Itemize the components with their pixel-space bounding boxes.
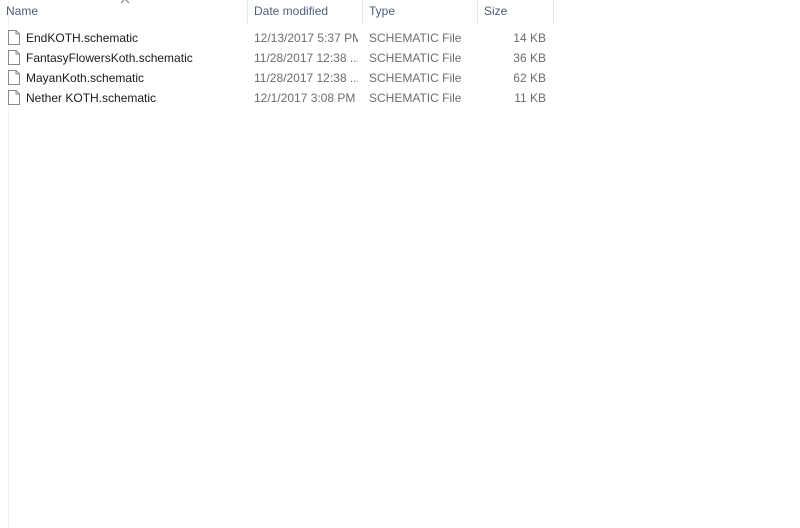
file-size: 11 KB bbox=[514, 91, 546, 105]
file-list: EndKOTH.schematic 12/13/2017 5:37 PM SCH… bbox=[0, 28, 554, 108]
file-date-modified: 12/1/2017 3:08 PM bbox=[254, 91, 356, 105]
column-divider[interactable] bbox=[553, 0, 554, 24]
file-icon bbox=[8, 70, 20, 85]
file-type: SCHEMATIC File bbox=[369, 71, 462, 85]
file-size: 62 KB bbox=[513, 71, 546, 85]
file-row[interactable]: Nether KOTH.schematic 12/1/2017 3:08 PM … bbox=[0, 88, 554, 108]
file-type: SCHEMATIC File bbox=[369, 51, 462, 65]
column-header-name[interactable]: Name bbox=[0, 0, 248, 24]
file-size: 14 KB bbox=[513, 31, 546, 45]
column-header-name-label: Name bbox=[6, 4, 39, 18]
chevron-up-icon bbox=[120, 0, 130, 4]
file-name: MayanKoth.schematic bbox=[26, 71, 145, 85]
column-header-bar: Name Date modified Type Size bbox=[0, 0, 554, 24]
file-date-modified: 11/28/2017 12:38 ... bbox=[254, 71, 358, 85]
file-icon bbox=[8, 30, 20, 45]
column-header-size[interactable]: Size bbox=[478, 0, 554, 24]
file-row[interactable]: EndKOTH.schematic 12/13/2017 5:37 PM SCH… bbox=[0, 28, 554, 48]
file-icon bbox=[8, 90, 20, 105]
file-size: 36 KB bbox=[513, 51, 546, 65]
file-name: Nether KOTH.schematic bbox=[26, 91, 157, 105]
file-date-modified: 11/28/2017 12:38 ... bbox=[254, 51, 358, 65]
file-row[interactable]: MayanKoth.schematic 11/28/2017 12:38 ...… bbox=[0, 68, 554, 88]
column-header-type-label: Type bbox=[369, 4, 396, 18]
file-row[interactable]: FantasyFlowersKoth.schematic 11/28/2017 … bbox=[0, 48, 554, 68]
file-name: EndKOTH.schematic bbox=[26, 31, 139, 45]
column-header-type[interactable]: Type bbox=[363, 0, 478, 24]
file-type: SCHEMATIC File bbox=[369, 91, 462, 105]
file-type: SCHEMATIC File bbox=[369, 31, 462, 45]
file-icon bbox=[8, 50, 20, 65]
column-header-date-label: Date modified bbox=[254, 4, 329, 18]
file-name: FantasyFlowersKoth.schematic bbox=[26, 51, 193, 65]
file-date-modified: 12/13/2017 5:37 PM bbox=[254, 31, 358, 45]
column-header-date-modified[interactable]: Date modified bbox=[248, 0, 363, 24]
file-list-pane: Name Date modified Type Size EndKOTH.sch… bbox=[0, 0, 800, 528]
column-header-size-label: Size bbox=[484, 4, 508, 18]
